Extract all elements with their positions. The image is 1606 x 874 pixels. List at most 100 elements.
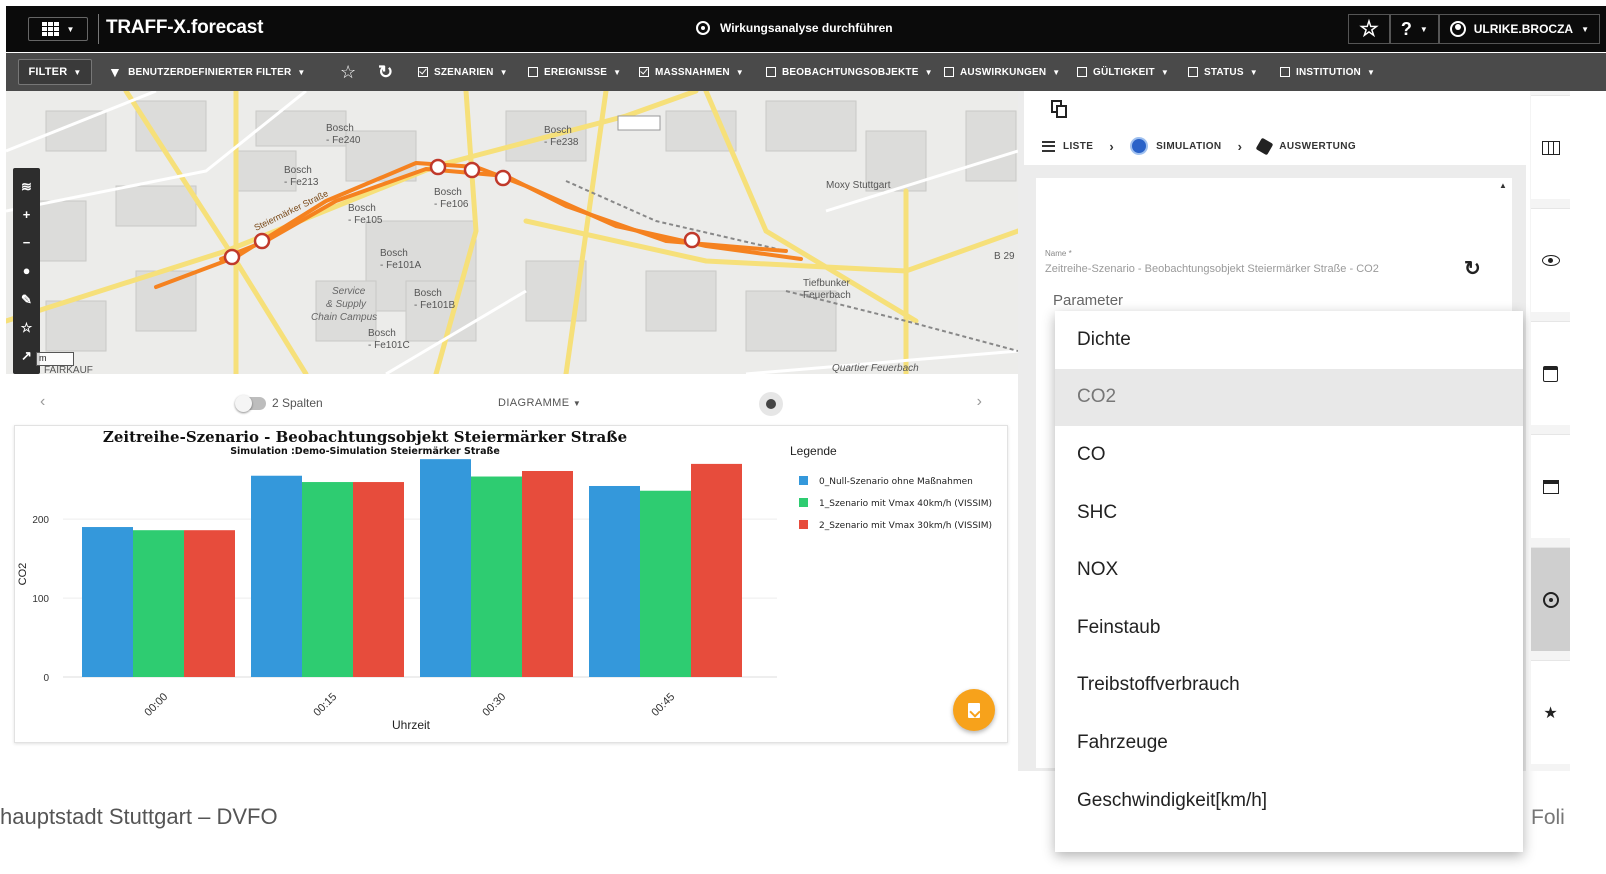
impact-analysis-button[interactable]: Wirkungsanalyse durchführen xyxy=(696,21,893,35)
map-view[interactable]: Bosch - Fe240 Bosch - Fe213 Bosch - Fe106 B… xyxy=(6,91,1018,374)
zoom-out-icon[interactable]: − xyxy=(18,236,36,249)
filter-institution-label: INSTITUTION xyxy=(1296,66,1361,78)
option-shc[interactable]: SHC xyxy=(1055,484,1523,542)
checkbox-icon xyxy=(1280,67,1290,77)
rail-map-button[interactable] xyxy=(1531,95,1570,199)
legend-entry[interactable]: 0_Null-Szenario ohne Maßnahmen xyxy=(819,477,973,487)
bar-0015-series-2[interactable] xyxy=(353,482,404,677)
bar-0030-series-0[interactable] xyxy=(420,459,471,677)
zoom-in-icon[interactable]: + xyxy=(18,208,36,221)
bar-0015-series-1[interactable] xyxy=(302,482,353,677)
apps-menu-button[interactable]: ▼ xyxy=(28,17,88,41)
name-field[interactable]: Zeitreihe-Szenario - Beobachtungsobjekt … xyxy=(1045,263,1415,275)
legend-entry[interactable]: 2_Szenario mit Vmax 30km/h (VISSIM) xyxy=(819,521,992,531)
legend-swatch xyxy=(799,520,808,529)
map-label-bosch-fe213: Bosch - Fe213 xyxy=(284,165,319,188)
chevron-down-icon: ▼ xyxy=(499,67,508,77)
bar-0030-series-2[interactable] xyxy=(522,470,573,677)
bar-0015-series-0[interactable] xyxy=(251,475,302,677)
filter-massnahmen-label: MASSNAHMEN xyxy=(655,66,730,78)
copy-icon[interactable] xyxy=(1051,100,1068,119)
option-dichte[interactable]: Dichte xyxy=(1055,311,1523,369)
ruler-icon[interactable]: ✎ xyxy=(18,293,36,306)
parameter-field-label: Parameter xyxy=(1053,292,1124,309)
filter-beobachtungsobjekte[interactable]: BEOBACHTUNGSOBJEKTE ▼ xyxy=(766,59,933,85)
record-button[interactable] xyxy=(759,392,783,416)
name-field-label: Name * xyxy=(1045,249,1072,258)
option-feinstaub[interactable]: Feinstaub xyxy=(1055,599,1523,657)
external-link-icon[interactable]: ↗ xyxy=(18,349,36,362)
breadcrumb-simulation-label: SIMULATION xyxy=(1156,140,1222,152)
breadcrumb-auswertung-label: AUSWERTUNG xyxy=(1279,140,1357,152)
chevron-right-icon: › xyxy=(1237,138,1243,154)
filter-auswirkungen[interactable]: AUSWIRKUNGEN ▼ xyxy=(944,59,1060,85)
breadcrumb-auswertung[interactable]: AUSWERTUNG xyxy=(1255,137,1357,155)
rail-scenario-button[interactable] xyxy=(1531,434,1570,538)
option-nox[interactable]: NOX xyxy=(1055,541,1523,599)
layers-icon[interactable]: ≋ xyxy=(18,180,36,193)
refresh-icon[interactable]: ↻ xyxy=(1464,256,1481,281)
filter-gueltigkeit[interactable]: GÜLTIGKEIT ▼ xyxy=(1077,59,1169,85)
two-columns-toggle[interactable] xyxy=(235,395,266,412)
globe-icon[interactable]: ● xyxy=(18,264,36,277)
filter-bar: FILTER ▼ ▼ BENUTZERDEFINIERTER FILTER ▼ … xyxy=(6,53,1606,91)
divider xyxy=(98,14,99,44)
x-tick-label: 00:00 xyxy=(142,691,170,719)
filter-massnahmen[interactable]: MASSNAHMEN ▼ xyxy=(639,59,744,85)
x-tick-label: 00:30 xyxy=(480,691,508,719)
filter-status[interactable]: STATUS ▼ xyxy=(1188,59,1258,85)
option-fahrzeuge[interactable]: Fahrzeuge xyxy=(1055,714,1523,772)
bar-0000-series-0[interactable] xyxy=(82,527,133,677)
chevron-left-icon[interactable]: ‹ xyxy=(40,393,45,411)
filter-institution[interactable]: INSTITUTION ▼ xyxy=(1280,59,1375,85)
reset-filter-button[interactable]: ↻ xyxy=(378,59,393,85)
co2-bar-chart[interactable]: Zeitreihe-Szenario - Beobachtungsobjekt … xyxy=(15,426,1009,744)
bar-0045-series-2[interactable] xyxy=(691,463,742,677)
filter-status-label: STATUS xyxy=(1204,66,1244,78)
favorite-filter-button[interactable]: ☆ xyxy=(340,59,356,85)
chevron-down-icon: ▼ xyxy=(735,67,744,77)
top-bar-actions: ☆ ? ▼ ULRIKE.BROCZA ▼ xyxy=(1348,14,1600,44)
export-pdf-button[interactable] xyxy=(953,689,995,731)
chevron-right-icon[interactable]: › xyxy=(977,393,982,411)
filter-szenarien[interactable]: SZENARIEN ▼ xyxy=(418,59,508,85)
breadcrumb-simulation[interactable]: SIMULATION xyxy=(1130,137,1221,155)
breadcrumb: LISTE › SIMULATION › AUSWERTUNG xyxy=(1042,137,1357,155)
star-icon: ☆ xyxy=(1359,16,1379,41)
rail-analysis-button[interactable] xyxy=(1531,547,1570,651)
favorites-button[interactable]: ☆ xyxy=(1348,14,1390,44)
rail-calendar-button[interactable] xyxy=(1531,321,1570,425)
breadcrumb-liste[interactable]: LISTE xyxy=(1042,140,1093,152)
custom-filter-button[interactable]: ▼ BENUTZERDEFINIERTER FILTER ▼ xyxy=(108,59,306,85)
option-co[interactable]: CO xyxy=(1055,426,1523,484)
timer-icon xyxy=(696,21,710,35)
bar-0000-series-1[interactable] xyxy=(133,530,184,677)
bar-0000-series-2[interactable] xyxy=(184,530,235,677)
map-scale-bar: m xyxy=(36,352,74,366)
rail-favorites-button[interactable]: ★ xyxy=(1531,660,1570,764)
chevron-down-icon: ▼ xyxy=(1249,67,1258,77)
filter-button[interactable]: FILTER ▼ xyxy=(18,59,92,85)
legend-entry[interactable]: 1_Szenario mit Vmax 40km/h (VISSIM) xyxy=(819,499,992,509)
bar-0045-series-0[interactable] xyxy=(589,485,640,677)
filter-ereignisse[interactable]: EREIGNISSE ▼ xyxy=(528,59,621,85)
apps-grid-icon xyxy=(41,22,59,36)
app-title[interactable]: TRAFF-X.forecast xyxy=(106,17,263,39)
chevron-down-icon: ▼ xyxy=(1052,67,1061,77)
rail-visibility-button[interactable] xyxy=(1531,208,1570,312)
option-treibstoffverbrauch[interactable]: Treibstoffverbrauch xyxy=(1055,657,1523,715)
option-co2[interactable]: CO2 xyxy=(1055,368,1523,427)
user-menu-button[interactable]: ULRIKE.BROCZA ▼ xyxy=(1438,14,1600,44)
scroll-up-icon[interactable]: ▲ xyxy=(1499,181,1507,190)
eye-icon xyxy=(1541,255,1560,266)
bar-0030-series-1[interactable] xyxy=(471,476,522,677)
chart-navigation: ‹ 2 Spalten DIAGRAMME ▼ › xyxy=(10,392,1010,416)
help-menu-button[interactable]: ? ▼ xyxy=(1389,14,1439,44)
star-icon: ★ xyxy=(1543,704,1558,722)
bar-0045-series-1[interactable] xyxy=(640,490,691,677)
map-canvas[interactable]: Bosch - Fe240 Bosch - Fe213 Bosch - Fe106 B… xyxy=(6,91,1018,374)
option-geschwindigkeit[interactable]: Geschwindigkeit[km/h] xyxy=(1055,772,1523,830)
custom-filter-label: BENUTZERDEFINIERTER FILTER xyxy=(128,66,292,78)
diagram-menu-button[interactable]: DIAGRAMME ▼ xyxy=(498,397,581,409)
star-icon[interactable]: ☆ xyxy=(18,321,36,334)
